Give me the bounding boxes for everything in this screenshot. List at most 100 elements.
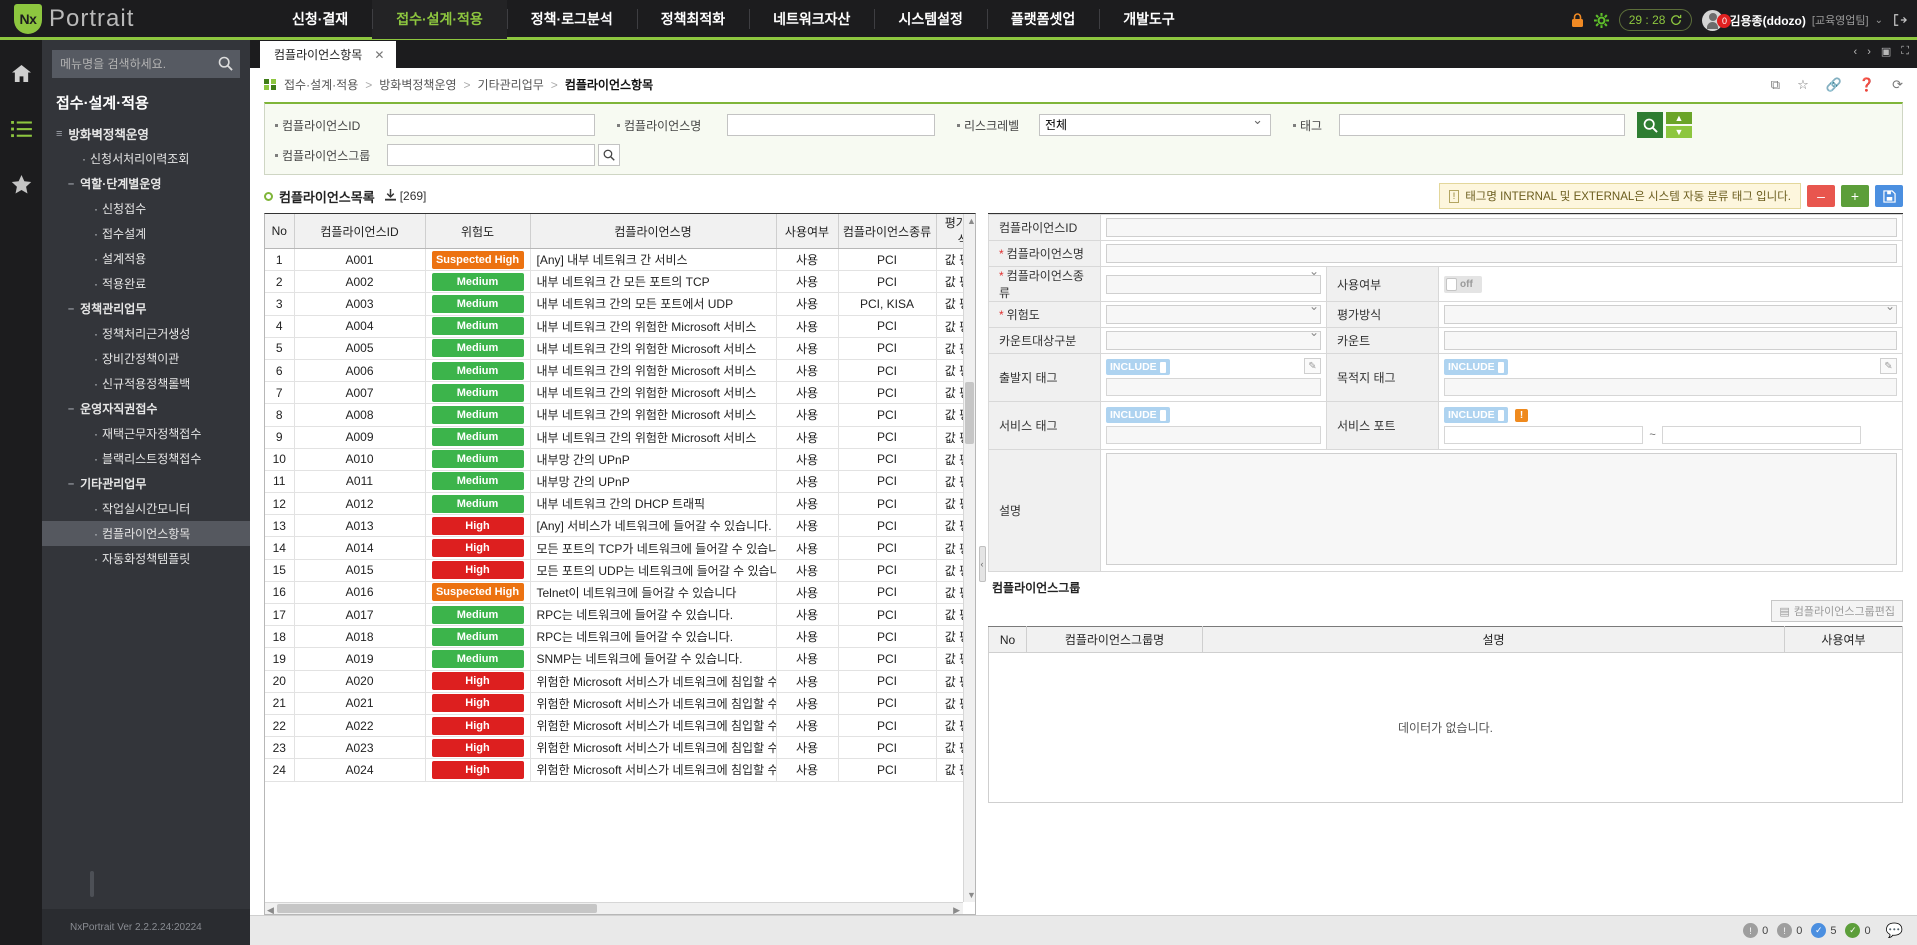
search-tag-input[interactable]	[1339, 114, 1625, 136]
sidebar-item-5[interactable]: · 설계적용	[42, 246, 250, 271]
chip-close-icon[interactable]	[1159, 409, 1166, 421]
refresh-icon[interactable]: ⟳	[1892, 77, 1903, 93]
detail-use-toggle[interactable]: off	[1444, 275, 1482, 293]
nav-item-4[interactable]: 네트워크자산	[749, 0, 874, 39]
column-header-5[interactable]: 컴플라이언스종류	[838, 214, 937, 249]
sidebar-item-8[interactable]: · 정책처리근거생성	[42, 321, 250, 346]
sidebar-item-6[interactable]: · 적용완료	[42, 271, 250, 296]
menu-list-icon[interactable]	[6, 114, 36, 144]
grid-vscroll-thumb[interactable]	[965, 382, 974, 444]
group-column-header-3[interactable]: 사용여부	[1784, 626, 1903, 653]
detail-risk-select[interactable]	[1106, 305, 1321, 324]
search-compliance-id-input[interactable]	[387, 114, 595, 136]
sidebar-item-16[interactable]: · 컴플라이언스항목	[42, 521, 250, 546]
chip-close-icon[interactable]	[1497, 409, 1504, 421]
window-icon[interactable]: ▣	[1881, 45, 1891, 58]
table-row[interactable]: 7 A007 Medium 내부 네트워크 간의 위험한 Microsoft 서비스 사…	[265, 381, 975, 405]
pane-splitter[interactable]: ‹	[976, 213, 988, 915]
chip-close-icon[interactable]	[1497, 361, 1504, 373]
status-item-0[interactable]: ! 0	[1743, 923, 1768, 938]
table-row[interactable]: 2A002Medium내부 네트워크 간 모든 포트의 TCP사용PCI값 평가	[265, 270, 975, 294]
detail-name-input[interactable]	[1106, 244, 1897, 263]
table-row[interactable]: 22A022 High 위험한 Microsoft 서비스가 네트워크에 침입할 수…	[265, 714, 975, 738]
nav-item-7[interactable]: 개발도구	[1099, 0, 1199, 39]
table-row[interactable]: 19 A019 Medium SNMP는 네트워크에 들어갈 수 있습니다. 사용 PCI…	[265, 647, 975, 671]
detail-count-target-select[interactable]	[1106, 331, 1321, 350]
chevron-left-icon[interactable]: ‹	[1854, 46, 1858, 58]
table-row[interactable]: 18 A018 Medium RPC는 네트워크에 들어갈 수 있습니다. 사용 PCI 값…	[265, 625, 975, 649]
table-row[interactable]: 1 A001 Suspected High [Any] 내부 네트워크 간 서비스 사용…	[265, 248, 975, 272]
search-compliance-group-input[interactable]	[387, 144, 595, 166]
logout-icon[interactable]	[1893, 13, 1907, 27]
lock-icon[interactable]	[1571, 12, 1584, 28]
nav-item-5[interactable]: 시스템설정	[874, 0, 986, 39]
app-logo[interactable]: Nx Portrait	[0, 3, 240, 34]
splitter-handle[interactable]: ‹	[978, 546, 986, 582]
nav-item-3[interactable]: 정책최적화	[636, 0, 749, 39]
dst-tag-chip[interactable]: INCLUDE	[1444, 359, 1508, 375]
sidebar-item-10[interactable]: · 신규적용정책롤백	[42, 371, 250, 396]
detail-kind-select[interactable]	[1106, 274, 1321, 294]
chevron-down-icon[interactable]: ⌄	[1875, 15, 1883, 26]
search-compliance-name-input[interactable]	[727, 114, 935, 136]
column-header-4[interactable]: 사용여부	[776, 214, 839, 249]
table-row[interactable]: 9 A009 Medium 내부 네트워크 간의 위험한 Microsoft 서비스 사…	[265, 426, 975, 449]
table-row[interactable]: 10A010Medium내부망 간의 UPnP사용PCI값 평가	[265, 448, 975, 471]
detail-desc-textarea[interactable]	[1106, 453, 1897, 565]
svc-port-from-input[interactable]	[1444, 426, 1644, 444]
chip-close-icon[interactable]	[1159, 361, 1166, 373]
table-row[interactable]: 23A023 High 위험한 Microsoft 서비스가 네트워크에 침입할 수…	[265, 736, 975, 760]
table-row[interactable]: 8 A008 Medium 내부 네트워크 간의 위험한 Microsoft 서비스 사…	[265, 403, 975, 427]
add-button[interactable]: +	[1841, 185, 1869, 207]
column-header-0[interactable]: No	[265, 214, 295, 249]
sidebar-item-17[interactable]: · 자동화정책템플릿	[42, 546, 250, 571]
dst-tag-input[interactable]	[1444, 378, 1897, 396]
svc-port-to-input[interactable]	[1661, 426, 1862, 444]
grid-horizontal-scrollbar[interactable]: ◀ ▶	[265, 902, 963, 914]
table-row[interactable]: 17 A017 Medium RPC는 네트워크에 들어갈 수 있습니다. 사용 PCI 값…	[265, 603, 975, 627]
column-header-3[interactable]: 컴플라이언스명	[530, 214, 777, 249]
help-icon[interactable]: ❓	[1859, 77, 1875, 93]
table-row[interactable]: 13 A013 High [Any] 서비스가 네트워크에 들어갈 수 있습니다. 사용…	[265, 514, 975, 538]
pencil-icon[interactable]: ✎	[1304, 358, 1321, 374]
detail-eval-select[interactable]	[1444, 305, 1897, 324]
table-row[interactable]: 5 A005 Medium 내부 네트워크 간의 위험한 Microsoft 서비스 사…	[265, 337, 975, 360]
save-button[interactable]	[1875, 185, 1903, 207]
table-row[interactable]: 12A012Medium내부 네트워크 간의 DHCP 트래픽사용PCI값 평가	[265, 492, 975, 516]
user-menu[interactable]: 0 김용종(ddozo) [교육영업팀] ⌄	[1702, 9, 1883, 31]
pencil-icon[interactable]: ✎	[1880, 358, 1897, 374]
status-item-2[interactable]: ✓ 5	[1811, 923, 1836, 938]
detail-id-input[interactable]	[1106, 218, 1897, 237]
favorite-star-icon[interactable]: ☆	[1797, 77, 1809, 93]
sidebar-item-14[interactable]: – 기타관리업무	[42, 471, 250, 496]
search-button[interactable]	[1637, 112, 1663, 138]
menu-search-input[interactable]	[52, 50, 240, 78]
nav-item-6[interactable]: 플랫폼셋업	[986, 0, 1099, 39]
sidebar-scrollbar[interactable]	[90, 871, 94, 897]
sidebar-item-15[interactable]: · 작업실시간모니터	[42, 496, 250, 521]
sidebar-item-13[interactable]: · 블랙리스트정책접수	[42, 446, 250, 471]
scroll-left-icon[interactable]: ◀	[267, 905, 274, 914]
sidebar-item-4[interactable]: · 접수설계	[42, 221, 250, 246]
sidebar-item-3[interactable]: · 신청접수	[42, 196, 250, 221]
grid-hscroll-thumb[interactable]	[277, 904, 597, 913]
nav-item-1[interactable]: 접수·설계·적용	[372, 0, 507, 42]
tab-compliance-items[interactable]: 컴플라이언스항목 ✕	[260, 41, 397, 68]
delete-button[interactable]: –	[1807, 185, 1835, 207]
table-row[interactable]: 15 A015 High 모든 포트의 UDP는 네트워크에 들어갈 수 있습니다. 사…	[265, 559, 975, 582]
edit-compliance-group-button[interactable]: ▤ 컴플라이언스그룹편집	[1771, 600, 1903, 622]
table-row[interactable]: 11A011Medium내부망 간의 UPnP사용PCI값 평가	[265, 470, 975, 494]
link-icon[interactable]: 🔗	[1826, 77, 1842, 93]
chevron-right-icon[interactable]: ›	[1867, 46, 1871, 58]
popup-search-icon[interactable]	[598, 144, 620, 166]
breadcrumb-item-0[interactable]: 접수·설계·적용	[284, 76, 358, 93]
column-header-1[interactable]: 컴플라이언스ID	[294, 214, 426, 249]
search-risk-level-select[interactable]: 전체	[1039, 114, 1271, 136]
group-column-header-0[interactable]: No	[988, 626, 1027, 653]
status-item-1[interactable]: ! 0	[1777, 923, 1802, 938]
detail-count-input[interactable]	[1444, 331, 1897, 350]
nav-item-2[interactable]: 정책·로그분석	[506, 0, 637, 39]
sidebar-item-7[interactable]: – 정책관리업무	[42, 296, 250, 321]
svc-tag-chip[interactable]: INCLUDE	[1106, 407, 1170, 423]
table-row[interactable]: 24A024 High 위험한 Microsoft 서비스가 네트워크에 침입할 수…	[265, 758, 975, 782]
